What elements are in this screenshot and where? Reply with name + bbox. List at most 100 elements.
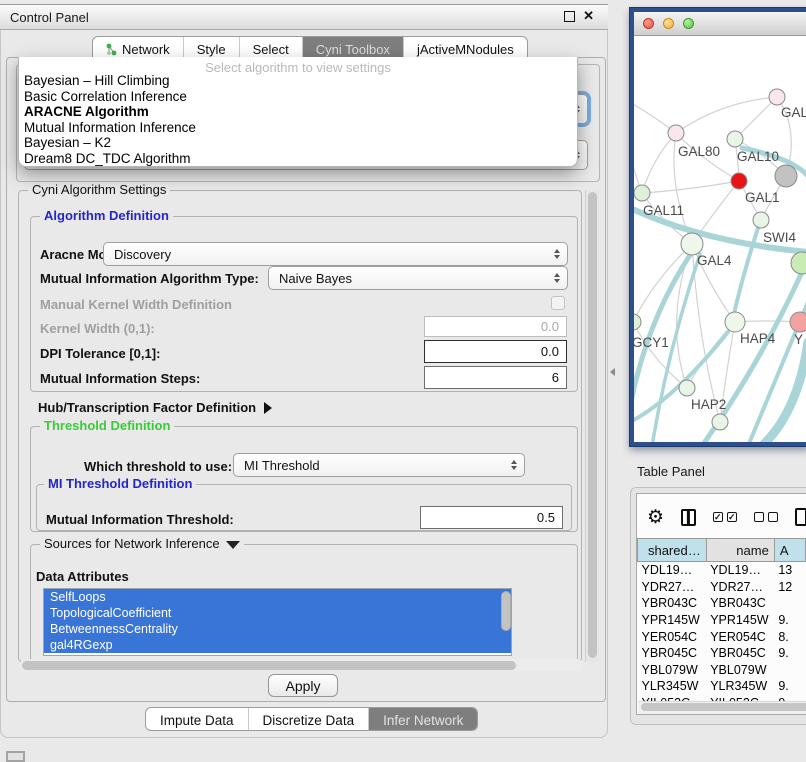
- tab-select[interactable]: Select: [240, 37, 303, 59]
- network-canvas[interactable]: GALGAL80GAL10GAL1GAL11SWI4GAL4GCY1HAP4YH…: [634, 36, 806, 442]
- sources-toggle[interactable]: Sources for Network Inference: [40, 537, 244, 551]
- attribute-list-item[interactable]: TopologicalCoefficient: [44, 605, 511, 621]
- table-cell[interactable]: 9.: [774, 645, 805, 662]
- settings-horizontal-scrollbar[interactable]: [20, 659, 583, 671]
- attribute-list-item[interactable]: gal4RGexp: [44, 637, 511, 653]
- table-cell[interactable]: YPR145W: [706, 612, 774, 629]
- table-cell[interactable]: YER054C: [706, 628, 774, 645]
- dropdown-option[interactable]: Bayesian – K2: [19, 135, 577, 151]
- table-cell[interactable]: 9.: [774, 612, 805, 629]
- columns-icon[interactable]: [681, 509, 696, 526]
- unchecked-boxes-icon[interactable]: [754, 512, 778, 522]
- node-swi4[interactable]: [753, 212, 769, 228]
- column-header[interactable]: shared…: [638, 539, 707, 562]
- table-cell[interactable]: 13: [774, 562, 805, 579]
- tab-impute-data[interactable]: Impute Data: [146, 708, 249, 730]
- table-cell[interactable]: YDL19…: [638, 562, 707, 579]
- table-cell[interactable]: 8.: [774, 628, 805, 645]
- tab-discretize-data[interactable]: Discretize Data: [249, 708, 370, 730]
- network-edge[interactable]: [676, 97, 777, 133]
- table-cell[interactable]: YBR045C: [638, 645, 707, 662]
- node-bottom[interactable]: [712, 414, 728, 430]
- attribute-list-item[interactable]: SelfLoops: [44, 589, 511, 605]
- attributes-vertical-scrollbar[interactable]: [500, 589, 511, 655]
- node-gal11[interactable]: [634, 185, 650, 201]
- manual-kernel-checkbox[interactable]: [551, 296, 565, 310]
- node-gal4[interactable]: [681, 233, 703, 255]
- table-row[interactable]: YBL079WYBL079W: [638, 662, 806, 679]
- table-row[interactable]: YDR27…YDR27…12: [638, 579, 806, 596]
- table-row[interactable]: YLR345WYLR345W9.: [638, 678, 806, 695]
- settings-vertical-scrollbar[interactable]: [585, 190, 599, 662]
- dpi-tolerance-field[interactable]: 0.0: [424, 340, 567, 363]
- table-cell[interactable]: YBR043C: [638, 595, 707, 612]
- node-gal80[interactable]: [668, 125, 684, 141]
- which-threshold-combo[interactable]: MI Threshold: [233, 453, 525, 477]
- panel-divider-arrow[interactable]: [610, 368, 615, 376]
- table-cell[interactable]: 9.: [774, 678, 805, 695]
- apply-button[interactable]: Apply: [268, 674, 338, 697]
- network-window-titlebar[interactable]: [634, 12, 806, 36]
- float-window-icon[interactable]: [564, 11, 575, 22]
- table-horizontal-scrollbar-thumb[interactable]: [641, 703, 806, 711]
- table-cell[interactable]: YDR27…: [638, 579, 707, 596]
- minimized-panel-icon[interactable]: [6, 751, 25, 762]
- network-edge[interactable]: [642, 133, 676, 193]
- table-cell[interactable]: 12: [774, 579, 805, 596]
- dropdown-option[interactable]: Basic Correlation Inference: [19, 89, 577, 105]
- table-cell[interactable]: YER054C: [638, 628, 707, 645]
- node-gal10[interactable]: [727, 131, 743, 147]
- table-cell[interactable]: YDL19…: [706, 562, 774, 579]
- tab-infer-network[interactable]: Infer Network: [369, 708, 477, 730]
- table-cell[interactable]: [774, 595, 805, 612]
- file-icon[interactable]: [795, 508, 806, 526]
- gear-icon[interactable]: ⚙: [647, 508, 664, 527]
- node-gal1[interactable]: [731, 173, 747, 189]
- tab-jactivemnodules[interactable]: jActiveMNodules: [404, 37, 527, 59]
- node-pink-top[interactable]: [769, 89, 785, 105]
- close-icon[interactable]: ✕: [583, 10, 594, 22]
- table-cell[interactable]: YLR345W: [706, 678, 774, 695]
- table-row[interactable]: YBR045CYBR045C9.: [638, 645, 806, 662]
- tab-network[interactable]: Network: [93, 37, 184, 59]
- table-cell[interactable]: YDR27…: [706, 579, 774, 596]
- dropdown-option[interactable]: Mutual Information Inference: [19, 120, 577, 136]
- dropdown-option[interactable]: ARACNE Algorithm: [19, 104, 577, 120]
- zoom-traffic-light[interactable]: [683, 18, 694, 29]
- table-row[interactable]: YER054CYER054C8.: [638, 628, 806, 645]
- network-edge[interactable]: [642, 181, 739, 193]
- mi-type-combo[interactable]: Naive Bayes: [268, 266, 568, 290]
- kernel-width-field[interactable]: 0.0: [424, 316, 567, 337]
- table-cell[interactable]: YBL079W: [638, 662, 707, 679]
- dropdown-option[interactable]: Dream8 DC_TDC Algorithm: [19, 151, 577, 167]
- table-cell[interactable]: YPR145W: [638, 612, 707, 629]
- hub-section-toggle[interactable]: Hub/Transcription Factor Definition: [38, 400, 272, 415]
- node-gcy1[interactable]: [634, 314, 641, 330]
- close-traffic-light[interactable]: [643, 18, 654, 29]
- mit-field[interactable]: 0.5: [420, 506, 563, 529]
- node-gray[interactable]: [775, 165, 797, 187]
- checked-boxes-icon[interactable]: ✓✓: [713, 512, 737, 522]
- node-hap4[interactable]: [725, 312, 745, 332]
- table-row[interactable]: YPR145WYPR145W9.: [638, 612, 806, 629]
- minimize-traffic-light[interactable]: [663, 18, 674, 29]
- mi-steps-field[interactable]: 6: [424, 366, 567, 389]
- node-right-green[interactable]: [791, 252, 806, 274]
- table-cell[interactable]: YBR045C: [706, 645, 774, 662]
- sources-title: Sources for Network Inference: [44, 536, 220, 551]
- tab-cyni-toolbox[interactable]: Cyni Toolbox: [303, 37, 404, 59]
- table-cell[interactable]: YLR345W: [638, 678, 707, 695]
- dropdown-option[interactable]: Bayesian – Hill Climbing: [19, 73, 577, 89]
- table-cell[interactable]: YBL079W: [706, 662, 774, 679]
- aracne-mode-combo[interactable]: Discovery: [103, 242, 568, 266]
- table-row[interactable]: YBR043CYBR043C: [638, 595, 806, 612]
- node-hap2[interactable]: [679, 380, 695, 396]
- node-salmon[interactable]: [790, 312, 806, 332]
- column-header[interactable]: name: [706, 539, 774, 562]
- attribute-list-item[interactable]: BetweennessCentrality: [44, 621, 511, 637]
- table-row[interactable]: YDL19…YDL19…13: [638, 562, 806, 579]
- tab-style[interactable]: Style: [184, 37, 240, 59]
- table-cell[interactable]: YBR043C: [706, 595, 774, 612]
- column-header[interactable]: A: [774, 539, 805, 562]
- table-cell[interactable]: [774, 662, 805, 679]
